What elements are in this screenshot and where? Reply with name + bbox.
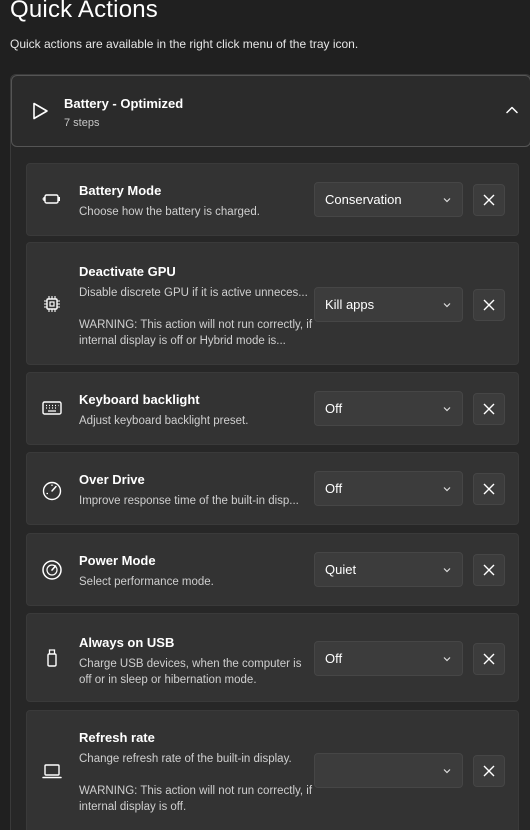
step-warning: WARNING: This action will not run correc… — [79, 785, 313, 813]
step-battery-mode: Battery Mode Choose how the battery is c… — [26, 163, 519, 236]
laptop-icon — [42, 764, 62, 779]
remove-step-button[interactable] — [473, 554, 505, 586]
refresh-rate-select[interactable] — [314, 753, 463, 788]
select-value: Off — [325, 401, 343, 416]
gauge-icon — [42, 481, 62, 501]
close-icon — [483, 653, 495, 665]
usb-icon — [47, 649, 57, 667]
step-description: Choose how the battery is charged. — [79, 206, 260, 218]
group-header[interactable]: Battery - Optimized 7 steps — [11, 75, 530, 147]
step-description: Charge USB devices, when the computer is… — [79, 658, 302, 686]
step-over-drive: Over Drive Improve response time of the … — [26, 452, 519, 525]
step-always-on-usb: Always on USB Charge USB devices, when t… — [26, 613, 519, 702]
close-icon — [483, 299, 495, 311]
group-name: Battery - Optimized — [64, 96, 184, 111]
over-drive-select[interactable]: Off — [314, 471, 463, 506]
remove-step-button[interactable] — [473, 473, 505, 505]
close-icon — [483, 564, 495, 576]
quick-action-group: Battery - Optimized 7 steps Battery Mode… — [10, 74, 530, 830]
remove-step-button[interactable] — [473, 393, 505, 425]
battery-icon — [42, 194, 60, 204]
step-title: Power Mode — [79, 553, 156, 568]
step-title: Keyboard backlight — [79, 392, 200, 407]
remove-step-button[interactable] — [473, 643, 505, 675]
keyboard-backlight-select[interactable]: Off — [314, 391, 463, 426]
close-icon — [483, 483, 495, 495]
chevron-down-icon — [443, 769, 451, 774]
battery-mode-select[interactable]: Conservation — [314, 182, 463, 217]
deactivate-gpu-select[interactable]: Kill apps — [314, 287, 463, 322]
remove-step-button[interactable] — [473, 755, 505, 787]
chevron-down-icon — [443, 303, 451, 308]
play-icon[interactable] — [30, 101, 50, 121]
chevron-down-icon — [443, 198, 451, 203]
step-title: Deactivate GPU — [79, 264, 176, 279]
select-value: Off — [325, 481, 343, 496]
speedometer-icon — [42, 560, 62, 580]
step-title: Refresh rate — [79, 730, 155, 745]
select-value: Quiet — [325, 562, 357, 577]
remove-step-button[interactable] — [473, 289, 505, 321]
select-value: Kill apps — [325, 297, 375, 312]
step-description: Change refresh rate of the built-in disp… — [79, 753, 292, 765]
step-warning: WARNING: This action will not run correc… — [79, 319, 313, 347]
remove-step-button[interactable] — [473, 184, 505, 216]
chevron-down-icon — [443, 568, 451, 573]
step-description: Adjust keyboard backlight preset. — [79, 415, 249, 427]
step-title: Battery Mode — [79, 183, 162, 198]
chevron-down-icon — [443, 487, 451, 492]
close-icon — [483, 403, 495, 415]
step-description: Select performance mode. — [79, 576, 214, 588]
step-keyboard-backlight: Keyboard backlight Adjust keyboard backl… — [26, 372, 519, 445]
close-icon — [483, 194, 495, 206]
select-value: Off — [325, 651, 343, 666]
chevron-up-icon[interactable] — [504, 102, 520, 118]
step-description: Disable discrete GPU if it is active unn… — [79, 287, 308, 299]
select-value: Conservation — [325, 192, 402, 207]
group-steps-count: 7 steps — [64, 117, 100, 129]
chevron-down-icon — [443, 407, 451, 412]
page-title: Quick Actions — [10, 0, 158, 23]
step-deactivate-gpu: Deactivate GPU Disable discrete GPU if i… — [26, 242, 519, 365]
chip-icon — [44, 296, 60, 312]
keyboard-icon — [42, 401, 62, 415]
step-refresh-rate: Refresh rate Change refresh rate of the … — [26, 710, 519, 830]
power-mode-select[interactable]: Quiet — [314, 552, 463, 587]
step-power-mode: Power Mode Select performance mode. Quie… — [26, 533, 519, 606]
step-title: Over Drive — [79, 472, 145, 487]
page-subtitle: Quick actions are available in the right… — [10, 37, 359, 51]
step-title: Always on USB — [79, 635, 175, 650]
always-on-usb-select[interactable]: Off — [314, 641, 463, 676]
step-description: Improve response time of the built-in di… — [79, 495, 299, 507]
close-icon — [483, 765, 495, 777]
quick-actions-page: Quick Actions Quick actions are availabl… — [0, 0, 530, 830]
chevron-down-icon — [443, 657, 451, 662]
